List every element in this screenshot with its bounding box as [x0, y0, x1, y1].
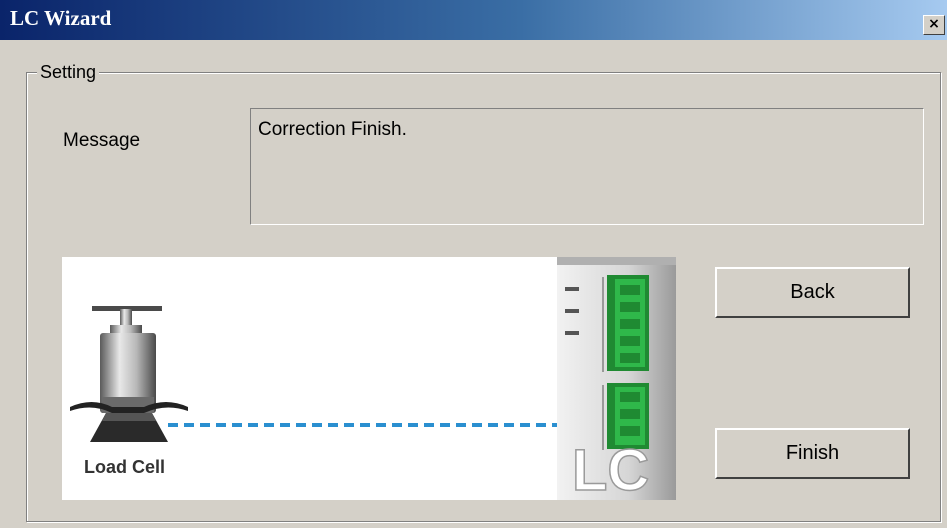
setting-group-label: Setting [37, 62, 100, 83]
load-cell-icon [70, 306, 188, 442]
load-cell-label: Load Cell [84, 457, 166, 477]
message-text: Correction Finish. [258, 119, 407, 140]
message-label: Message [63, 130, 141, 151]
finish-button[interactable]: Finish [715, 428, 910, 479]
message-box: Correction Finish. [250, 108, 924, 225]
close-icon[interactable]: × [923, 15, 945, 35]
title-bar[interactable]: LC Wizard × [0, 0, 947, 40]
lc-module-label: LC [572, 438, 649, 500]
window-title: LC Wizard [10, 6, 112, 30]
back-button[interactable]: Back [715, 267, 910, 318]
load-cell-illustration: LC Load Cell [62, 257, 676, 500]
lc-module-icon: LC [557, 257, 676, 500]
